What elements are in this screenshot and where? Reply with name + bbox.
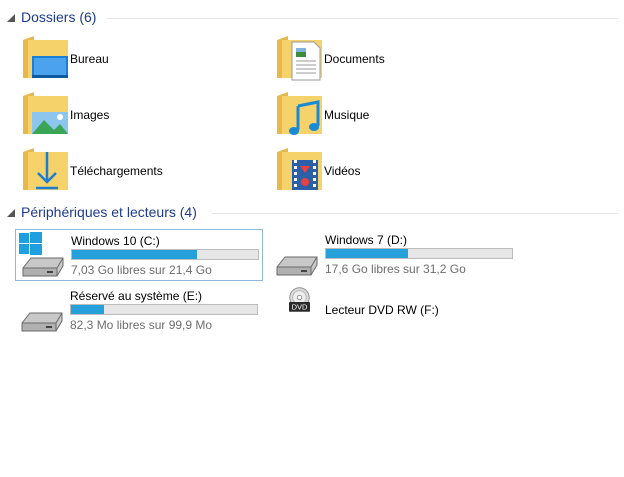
- drives-group-header[interactable]: Périphériques et lecteurs (4): [0, 203, 624, 223]
- usage-bar: [70, 304, 258, 315]
- pictures-folder-icon: [23, 92, 68, 134]
- drive-name: Réservé au système (E:): [70, 289, 203, 303]
- folders-group-title: Dossiers (6): [21, 9, 97, 25]
- collapse-chevron-icon[interactable]: [6, 13, 16, 23]
- folder-label: Téléchargements: [70, 164, 163, 178]
- folder-label: Musique: [324, 108, 370, 122]
- drive-name: Lecteur DVD RW (F:): [325, 303, 439, 317]
- dvd-badge: DVD: [292, 303, 308, 312]
- drive-name: Windows 7 (D:): [325, 233, 408, 247]
- usage-bar-fill: [72, 250, 197, 259]
- drive-d[interactable]: Windows 7 (D:) 17,6 Go libres sur 31,2 G…: [270, 229, 518, 281]
- folder-videos[interactable]: Vidéos: [274, 146, 522, 198]
- downloads-folder-icon: [23, 148, 68, 190]
- desktop-folder-icon: [23, 36, 68, 78]
- group-divider: [107, 18, 618, 19]
- usage-bar: [71, 249, 259, 260]
- folder-label: Documents: [324, 52, 385, 66]
- usage-bar-fill: [326, 249, 408, 258]
- hard-drive-icon: [276, 256, 318, 276]
- folder-telechargements[interactable]: Téléchargements: [20, 146, 268, 198]
- folder-label: Vidéos: [324, 164, 361, 178]
- folder-bureau[interactable]: Bureau: [20, 34, 268, 86]
- drive-free-space: 7,03 Go libres sur 21,4 Go: [71, 263, 212, 277]
- drive-name: Windows 10 (C:): [71, 234, 160, 248]
- drive-f-dvd[interactable]: DVD Lecteur DVD RW (F:): [274, 285, 522, 337]
- usage-bar-fill: [71, 305, 105, 314]
- drive-c[interactable]: Windows 10 (C:) 7,03 Go libres sur 21,4 …: [15, 229, 263, 281]
- folders-group-header[interactable]: Dossiers (6): [0, 8, 624, 28]
- drive-free-space: 17,6 Go libres sur 31,2 Go: [325, 262, 466, 276]
- drive-e[interactable]: Réservé au système (E:) 82,3 Mo libres s…: [15, 285, 263, 337]
- usage-bar: [325, 248, 513, 259]
- hard-drive-icon: [21, 312, 63, 332]
- group-divider: [212, 213, 618, 214]
- dvd-drive-icon: DVD: [289, 287, 310, 312]
- collapse-chevron-icon[interactable]: [6, 208, 16, 218]
- videos-folder-icon: [277, 148, 322, 190]
- music-folder-icon: [277, 92, 322, 135]
- folder-documents[interactable]: Documents: [274, 34, 522, 86]
- documents-folder-icon: [277, 36, 322, 81]
- folder-label: Bureau: [70, 52, 109, 66]
- folder-images[interactable]: Images: [20, 90, 268, 142]
- folder-musique[interactable]: Musique: [274, 90, 522, 142]
- folder-label: Images: [70, 108, 110, 122]
- drive-free-space: 82,3 Mo libres sur 99,9 Mo: [70, 318, 213, 332]
- drives-group-title: Périphériques et lecteurs (4): [21, 204, 197, 220]
- windows-drive-icon: [19, 232, 64, 277]
